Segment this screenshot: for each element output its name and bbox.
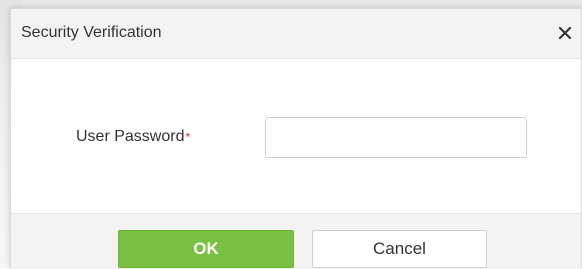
ok-button[interactable]: OK: [118, 230, 294, 268]
cancel-button[interactable]: Cancel: [312, 230, 487, 268]
required-marker: *: [185, 130, 191, 144]
user-password-input[interactable]: [265, 117, 527, 158]
password-label: User Password*: [76, 127, 190, 147]
dialog-header: Security Verification: [11, 9, 581, 59]
password-form-row: User Password*: [11, 117, 581, 161]
close-icon: [558, 26, 572, 40]
password-label-text: User Password: [76, 128, 185, 145]
dialog-footer: OK Cancel: [11, 213, 581, 269]
security-verification-dialog: Security Verification User Password* OK …: [10, 8, 582, 269]
dialog-title: Security Verification: [21, 24, 162, 41]
close-button[interactable]: [555, 23, 575, 43]
